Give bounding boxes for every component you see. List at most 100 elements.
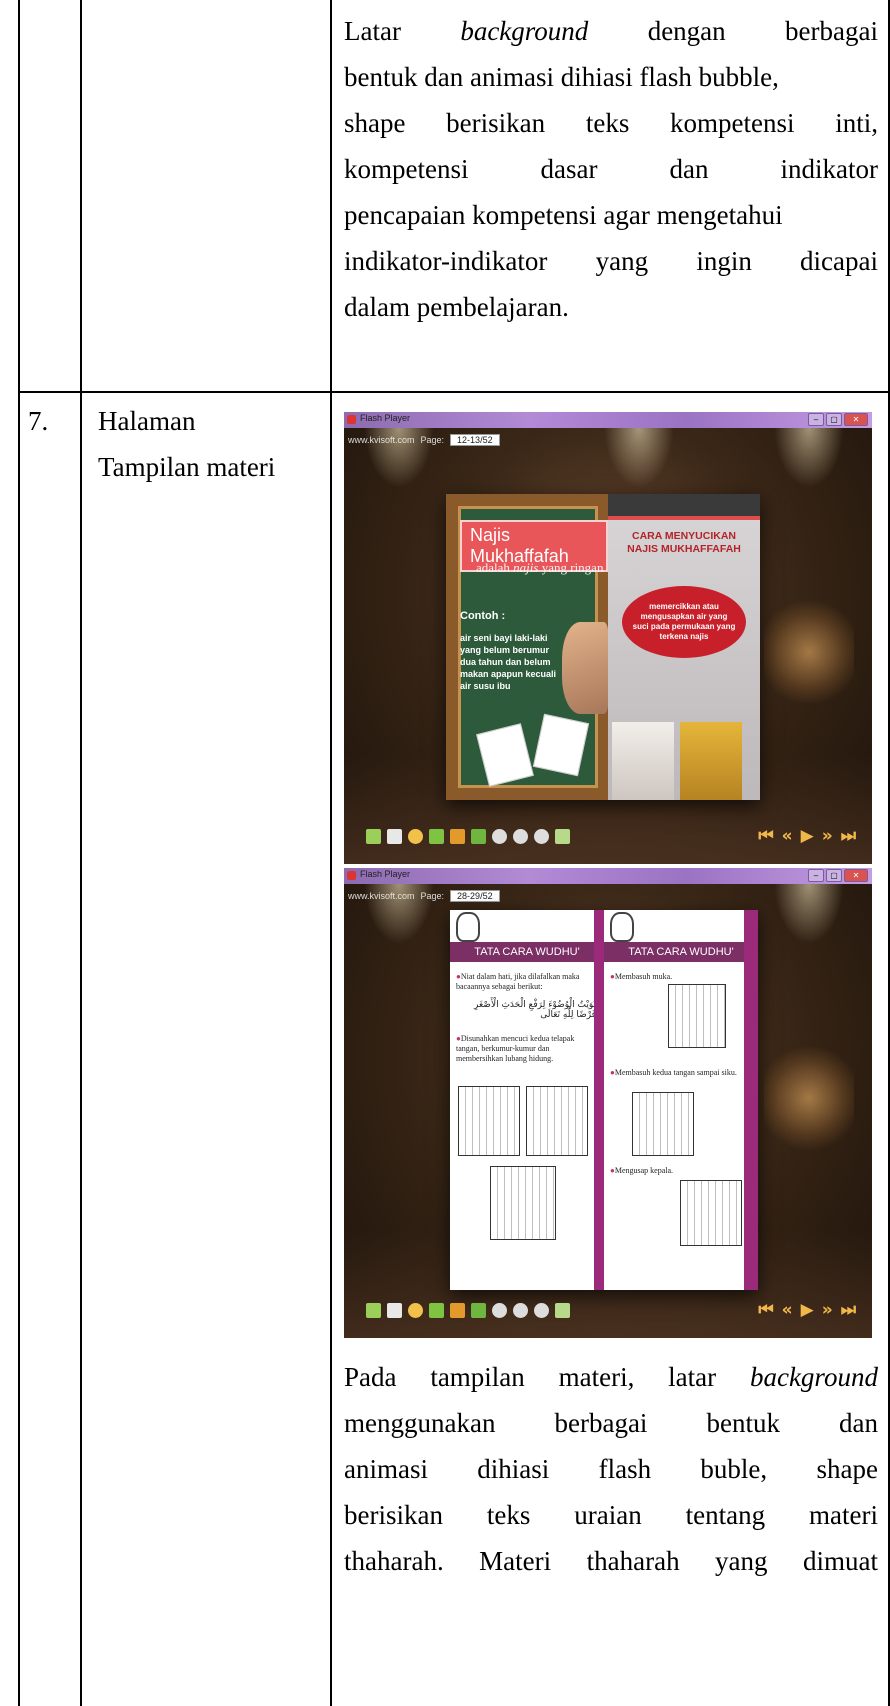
spotlight [774, 428, 844, 488]
zoom-icon[interactable] [534, 829, 549, 844]
zoom-out-icon[interactable] [513, 1303, 528, 1318]
photo-cloth [680, 722, 742, 800]
spotlight [774, 884, 844, 944]
hand-image [562, 622, 608, 714]
left-step-1: ●Niat dalam hati, jika dilafalkan maka b… [456, 972, 580, 991]
page-input[interactable]: 28-29/52 [450, 890, 500, 902]
page-left: TATA CARA WUDHU' ●Niat dalam hati, jika … [450, 910, 604, 1290]
flash-player-screenshot-2: Flash Player – ▢ ✕ www.kvisoft.com Page:… [344, 868, 872, 1338]
table-divider-2 [330, 0, 332, 1706]
thumbnail-icon[interactable] [429, 1303, 444, 1318]
subtitle: adalah najis yang ringan [476, 560, 604, 575]
figure-head [680, 1180, 742, 1246]
zoom-in-icon[interactable] [492, 1303, 507, 1318]
arabic-text: نَوَيْتُ الْوُضُوْءَ لِرَفْعِ الْحَدَثِ … [474, 1000, 596, 1020]
first-page-button[interactable]: ⏮ [758, 826, 773, 846]
maximize-button[interactable]: ▢ [826, 869, 842, 882]
book-icon[interactable] [366, 829, 381, 844]
flipbook: Najis Mukhaffafah adalah najis yang ring… [446, 494, 760, 800]
figure-face [668, 984, 726, 1048]
close-button[interactable]: ✕ [844, 869, 868, 882]
flash-player-screenshot-1: Flash Player – ▢ ✕ www.kvisoft.com Page:… [344, 412, 872, 864]
right-step-2: ●Membasuh kedua tangan sampai siku. [610, 1068, 737, 1077]
row6-description: Latar background dengan berbagai bentuk dan… [344, 16, 878, 322]
titlebar: Flash Player – ▢ ✕ [344, 868, 872, 884]
page-right: TATA CARA WUDHU' ●Membasuh muka. ●Membas… [604, 910, 758, 1290]
bokeh-light [764, 592, 854, 712]
zoom-in-icon[interactable] [492, 829, 507, 844]
page-icon[interactable] [387, 829, 402, 844]
cloud-text: memercikkan atau mengusapkan air yang su… [632, 602, 736, 641]
figure-nose [490, 1166, 556, 1240]
page-header-stripe [608, 516, 760, 520]
flash-icon [347, 415, 356, 424]
page-edge [594, 910, 604, 1290]
fit-icon[interactable] [555, 829, 570, 844]
right-heading: CARA MENYUCIKAN NAJIS MUKHAFFAFAH [627, 530, 741, 555]
book-icon[interactable] [366, 1303, 381, 1318]
row-title-line1: Halaman [98, 406, 196, 436]
row-number: 7. [28, 406, 49, 436]
toolbar [366, 829, 570, 844]
spotlight [364, 428, 434, 488]
mascot-icon [610, 912, 634, 942]
zoom-icon[interactable] [534, 1303, 549, 1318]
thumbnail-icon[interactable] [429, 829, 444, 844]
row-separator [18, 391, 890, 393]
close-button[interactable]: ✕ [844, 413, 868, 426]
last-page-button[interactable]: ⏭ [841, 1300, 856, 1320]
sound-icon[interactable] [408, 829, 423, 844]
next-page-button[interactable]: » [822, 1300, 833, 1320]
spotlight [364, 884, 434, 944]
zoom-out-icon[interactable] [513, 829, 528, 844]
row7-description: Pada tampilan materi, latar background mengg… [344, 1362, 878, 1576]
window-title: Flash Player [360, 869, 411, 879]
photo-hand [612, 722, 674, 800]
page-navigation: ⏮ « ▶ » ⏭ [758, 826, 856, 846]
minimize-button[interactable]: – [808, 413, 824, 426]
bokeh-light [764, 1038, 854, 1158]
figure-mouth [526, 1086, 588, 1156]
play-button[interactable]: ▶ [801, 1300, 814, 1320]
table-divider-1 [80, 0, 82, 1706]
left-step-2: ●Disunahkan mencuci kedua telapak tangan… [456, 1034, 575, 1063]
right-header: TATA CARA WUDHU' [604, 942, 758, 962]
fit-icon[interactable] [555, 1303, 570, 1318]
page-left: Najis Mukhaffafah adalah najis yang ring… [446, 494, 608, 800]
figure-hands [458, 1086, 520, 1156]
first-page-button[interactable]: ⏮ [758, 1300, 773, 1320]
next-page-button[interactable]: » [822, 826, 833, 846]
page-navigation: ⏮ « ▶ » ⏭ [758, 1300, 856, 1320]
spotlight [604, 428, 674, 488]
flipbook: TATA CARA WUDHU' ●Niat dalam hati, jika … [450, 910, 758, 1290]
maximize-button[interactable]: ▢ [826, 413, 842, 426]
prev-page-button[interactable]: « [782, 826, 793, 846]
page-edge [744, 910, 758, 1290]
figure-arms [632, 1092, 694, 1156]
last-page-button[interactable]: ⏭ [841, 826, 856, 846]
flash-icon [347, 871, 356, 880]
play-button[interactable]: ▶ [801, 826, 814, 846]
page-icon[interactable] [387, 1303, 402, 1318]
print-icon[interactable] [471, 1303, 486, 1318]
toolbar [366, 1303, 570, 1318]
photo-icon[interactable] [450, 1303, 465, 1318]
left-header: TATA CARA WUDHU' [450, 942, 604, 962]
print-icon[interactable] [471, 829, 486, 844]
example-body: air seni bayi laki-laki yang belum berum… [460, 633, 557, 691]
row-title-line2: Tampilan materi [98, 452, 276, 482]
page-header [608, 494, 760, 516]
right-step-3: ●Mengusap kepala. [610, 1166, 674, 1175]
window-title: Flash Player [360, 413, 411, 423]
prev-page-button[interactable]: « [782, 1300, 793, 1320]
minimize-button[interactable]: – [808, 869, 824, 882]
table-border-left [18, 0, 20, 1706]
page-input[interactable]: 12-13/52 [450, 434, 500, 446]
titlebar: Flash Player – ▢ ✕ [344, 412, 872, 428]
sound-icon[interactable] [408, 1303, 423, 1318]
photo-icon[interactable] [450, 829, 465, 844]
mascot-icon [456, 912, 480, 942]
right-step-1: ●Membasuh muka. [610, 972, 673, 981]
page-right: CARA MENYUCIKAN NAJIS MUKHAFFAFAH memerci… [608, 494, 760, 800]
example-label: Contoh : [460, 610, 506, 622]
